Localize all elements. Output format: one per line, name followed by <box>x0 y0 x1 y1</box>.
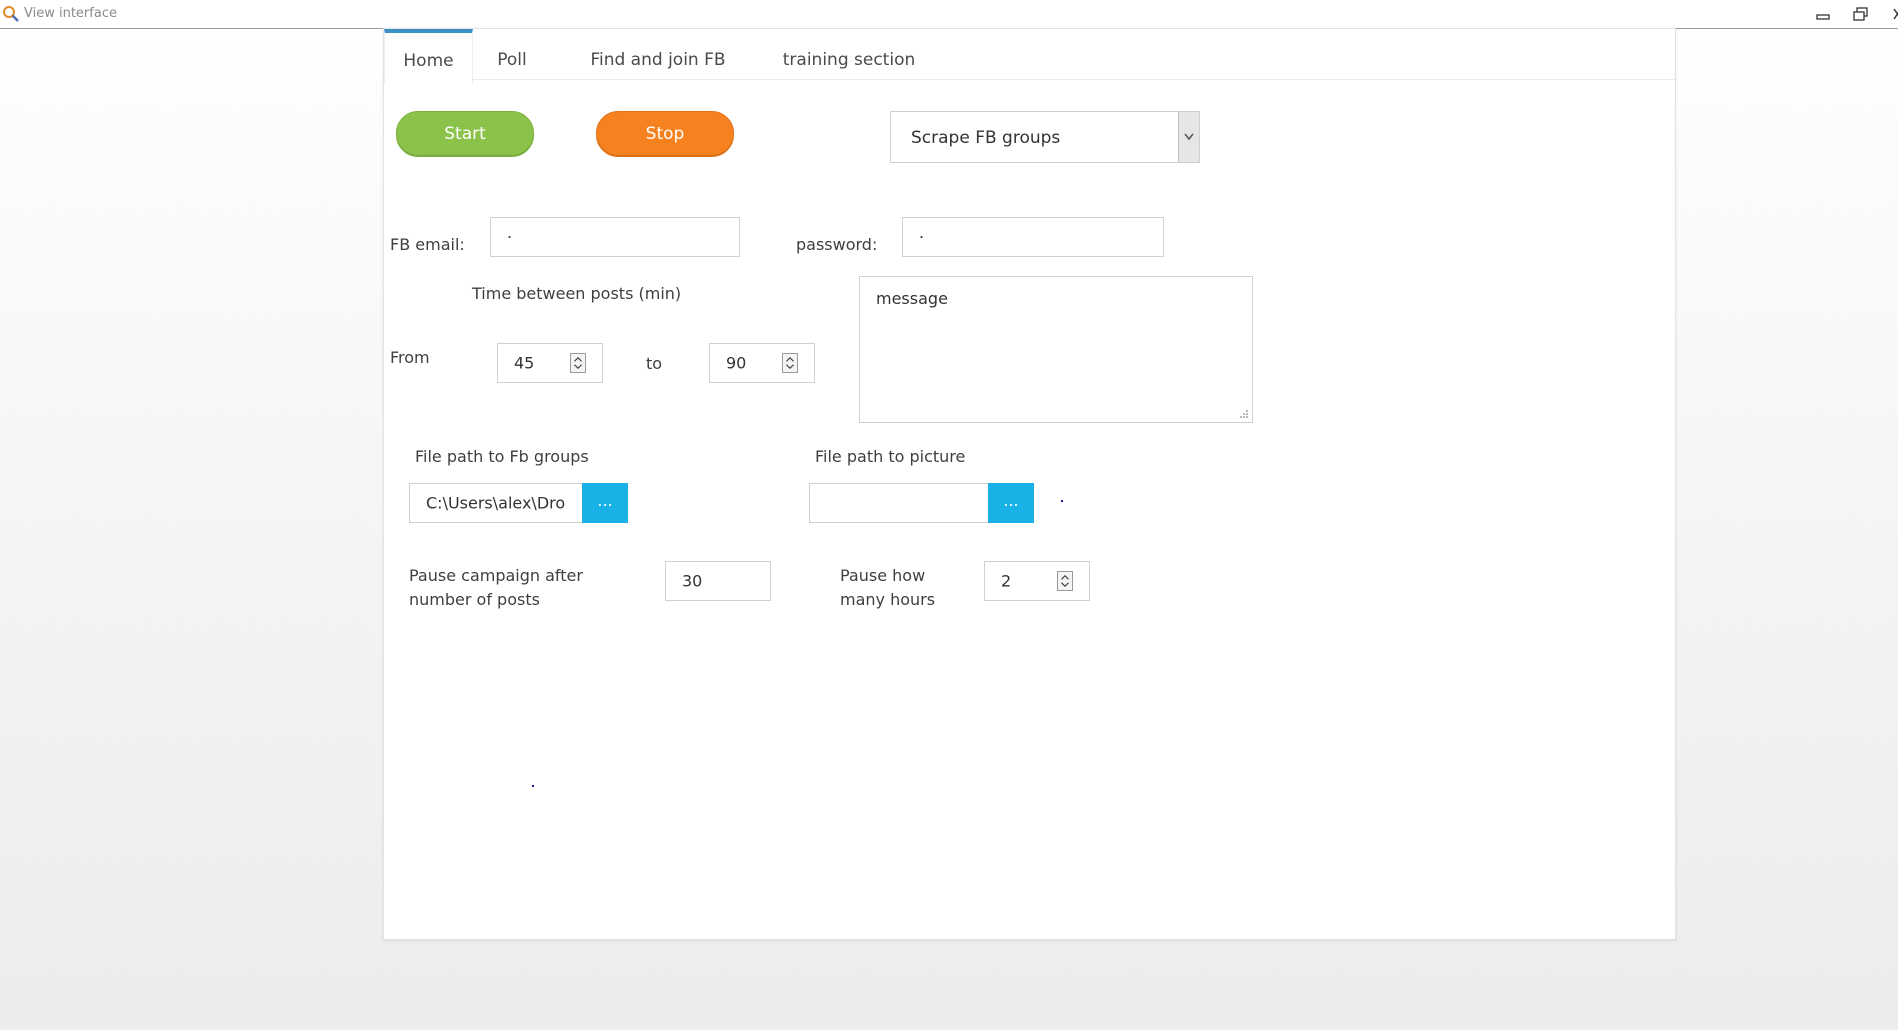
tab-find-join-groups[interactable]: Find and join FB groups <box>562 29 754 132</box>
mode-select[interactable]: Scrape FB groups <box>890 111 1200 163</box>
main-panel: Home Poll Find and join FB groups traini… <box>383 28 1676 940</box>
dropdown-arrow[interactable] <box>1178 112 1199 162</box>
spinner-icon[interactable] <box>782 353 798 373</box>
message-textarea[interactable]: message <box>859 276 1253 423</box>
resize-grip-icon[interactable] <box>1239 409 1249 419</box>
title-bar: View interface <box>0 0 1898 29</box>
spinner-icon[interactable] <box>570 353 586 373</box>
picture-file-path-input[interactable] <box>809 483 989 523</box>
tab-training-section[interactable]: training section <box>779 29 919 79</box>
from-minutes-stepper[interactable]: 45 <box>497 343 603 383</box>
pause-hours-stepper[interactable]: 2 <box>984 561 1090 601</box>
app-search-icon <box>3 6 19 22</box>
chevron-down-icon <box>1184 133 1194 141</box>
password-field[interactable]: · <box>902 217 1164 257</box>
groups-file-path-input[interactable]: C:\Users\alex\Dro <box>409 483 583 523</box>
browse-groups-button[interactable]: ... <box>582 483 628 523</box>
fb-email-label: FB email: <box>390 235 465 254</box>
indicator-dot <box>532 785 534 787</box>
picture-file-path-label: File path to picture <box>815 447 966 466</box>
pause-after-posts-input[interactable]: 30 <box>665 561 771 601</box>
indicator-dot <box>1061 500 1063 502</box>
start-button[interactable]: Start <box>396 111 534 157</box>
groups-file-path-label: File path to Fb groups <box>415 447 589 466</box>
window-title: View interface <box>24 6 117 21</box>
password-label: password: <box>796 235 878 254</box>
mode-select-value: Scrape FB groups <box>911 128 1061 148</box>
to-label: to <box>646 354 663 373</box>
spinner-icon[interactable] <box>1057 571 1073 591</box>
to-minutes-stepper[interactable]: 90 <box>709 343 815 383</box>
time-between-posts-label: Time between posts (min) <box>472 284 682 303</box>
minimize-icon[interactable] <box>1814 6 1832 22</box>
fb-email-field[interactable]: · <box>490 217 740 257</box>
pause-after-posts-label: Pause campaign after number of posts <box>409 566 583 609</box>
tab-bar: Home Poll Find and join FB groups traini… <box>384 29 1675 132</box>
from-label: From <box>390 348 430 367</box>
stop-button[interactable]: Stop <box>596 111 734 157</box>
tab-home[interactable]: Home <box>384 29 473 84</box>
browse-picture-button[interactable]: ... <box>988 483 1034 523</box>
close-icon[interactable] <box>1888 6 1898 22</box>
tab-poll[interactable]: Poll <box>484 29 540 79</box>
restore-icon[interactable] <box>1852 6 1870 22</box>
pause-hours-label: Pause how many hours <box>840 566 936 609</box>
